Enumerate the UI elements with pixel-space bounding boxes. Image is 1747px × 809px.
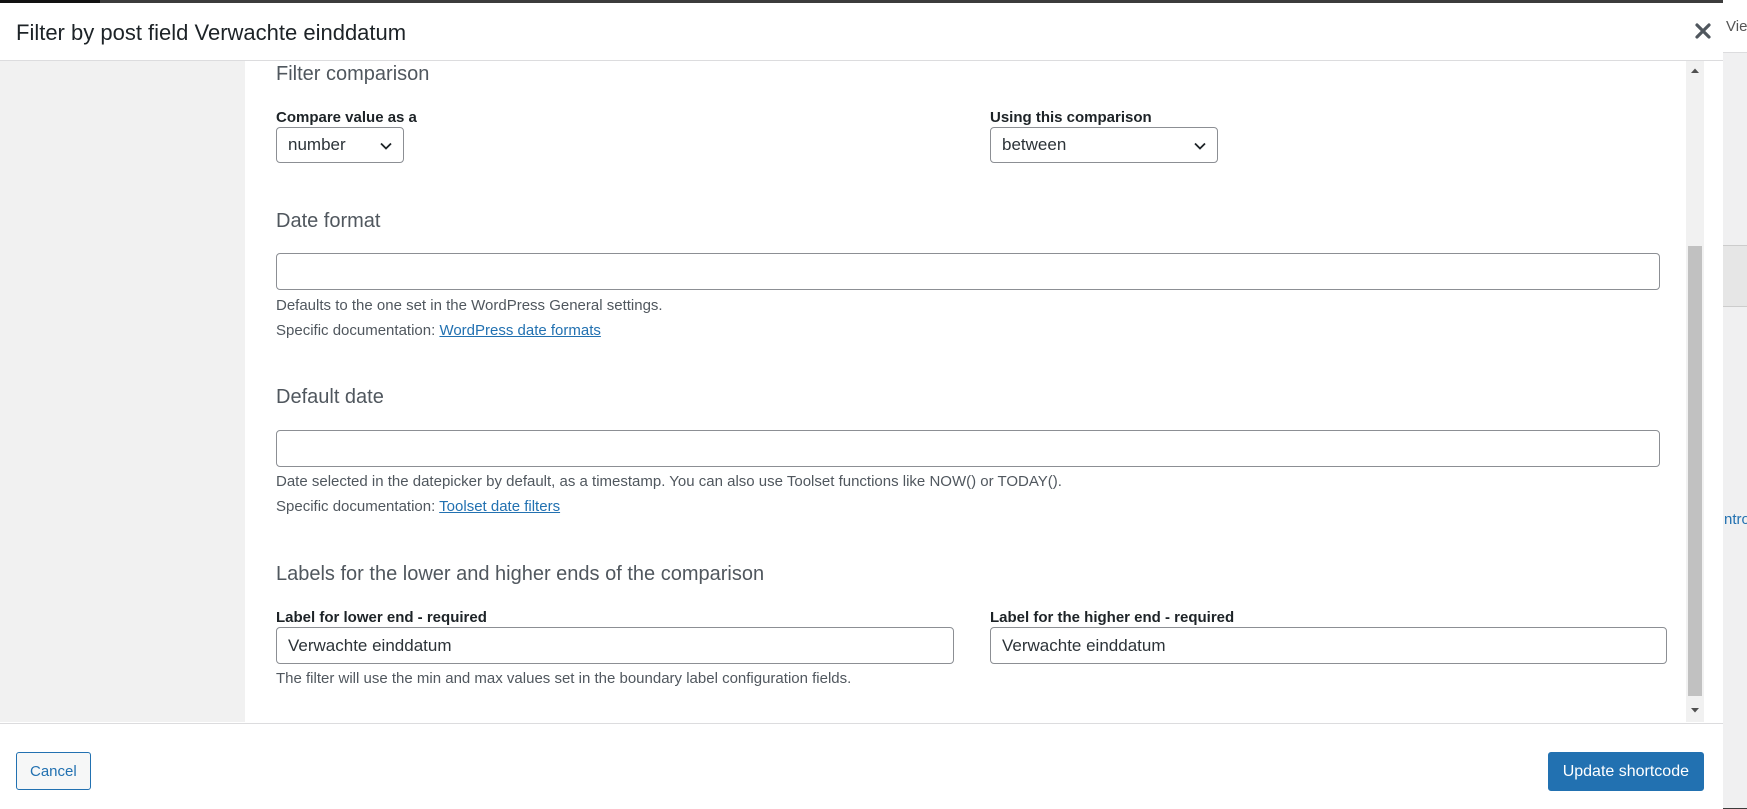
compare-as-select[interactable]: number: [276, 127, 404, 163]
close-button[interactable]: [1689, 17, 1717, 45]
default-date-help: Date selected in the datepicker by defau…: [276, 473, 1062, 490]
labels-help: The filter will use the min and max valu…: [276, 670, 852, 687]
update-shortcode-button[interactable]: Update shortcode: [1547, 752, 1704, 791]
scroll-up-arrow-icon[interactable]: [1689, 65, 1701, 77]
background-header: Vie: [1723, 0, 1747, 53]
default-date-doc: Specific documentation: Toolset date fil…: [276, 498, 560, 515]
scroll-down-arrow-icon[interactable]: [1689, 704, 1701, 716]
dialog-scrollbar[interactable]: [1686, 61, 1704, 722]
background-page: Vie ntro: [1723, 0, 1747, 808]
dialog-content: Filter comparison Compare value as a num…: [245, 61, 1685, 722]
default-date-doc-prefix: Specific documentation:: [276, 498, 436, 515]
chevron-down-icon: [1194, 142, 1206, 150]
comparison-select[interactable]: between: [990, 127, 1218, 163]
comparison-value: between: [1002, 135, 1067, 154]
higher-end-label: Label for the higher end - required: [990, 609, 1235, 626]
cancel-button[interactable]: Cancel: [16, 752, 91, 790]
date-format-doc: Specific documentation: WordPress date f…: [276, 322, 601, 339]
lower-end-input[interactable]: Verwachte einddatum: [276, 627, 954, 664]
dialog-body: Filter comparison Compare value as a num…: [0, 61, 1723, 722]
lower-end-label: Label for lower end - required: [276, 609, 487, 626]
background-tab-text: ntro: [1724, 511, 1747, 528]
default-date-heading: Default date: [276, 386, 384, 408]
dialog-sidebar: [0, 61, 245, 722]
scrollbar-thumb[interactable]: [1688, 246, 1702, 696]
date-format-heading: Date format: [276, 210, 381, 232]
compare-as-label: Compare value as a: [276, 109, 417, 126]
chevron-down-icon: [380, 142, 392, 150]
date-format-doc-prefix: Specific documentation:: [276, 322, 436, 339]
dialog-footer: Cancel Update shortcode: [0, 723, 1723, 809]
date-format-help: Defaults to the one set in the WordPress…: [276, 297, 663, 314]
wordpress-date-formats-link[interactable]: WordPress date formats: [439, 322, 600, 339]
filter-dialog: Filter by post field Verwachte einddatum…: [0, 3, 1723, 809]
higher-end-input[interactable]: Verwachte einddatum: [990, 627, 1667, 664]
date-format-input[interactable]: [276, 253, 1660, 290]
dialog-title: Filter by post field Verwachte einddatum: [16, 20, 407, 45]
close-icon: [1695, 23, 1711, 39]
labels-heading: Labels for the lower and higher ends of …: [276, 563, 765, 585]
compare-as-value: number: [288, 135, 346, 154]
default-date-input[interactable]: [276, 430, 1660, 467]
comparison-label: Using this comparison: [990, 109, 1152, 126]
background-header-text: Vie: [1726, 18, 1747, 35]
background-tab-bar: ntro: [1723, 245, 1747, 528]
filter-comparison-heading: Filter comparison: [276, 63, 430, 85]
dialog-header: Filter by post field Verwachte einddatum: [0, 3, 1723, 61]
toolset-date-filters-link[interactable]: Toolset date filters: [439, 498, 560, 515]
